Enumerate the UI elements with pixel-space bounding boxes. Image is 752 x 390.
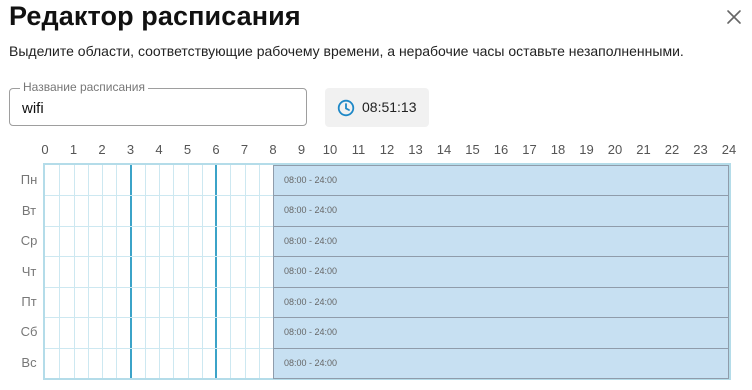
- hour-label: 17: [522, 142, 537, 157]
- schedule-block[interactable]: 08:00 - 24:00: [273, 256, 729, 288]
- grid-line: [59, 165, 61, 378]
- hour-axis: 0 1 2 3 4 5 6 7 8 9 10 11 12 13 14 15 16 17 18 19 20 21 22 23 24: [0, 142, 752, 160]
- grid-line: [201, 165, 203, 378]
- schedule-grid[interactable]: 08:00 - 24:00 08:00 - 24:00 08:00 - 24:00 0…: [43, 163, 731, 380]
- grid-line: [187, 165, 189, 378]
- schedule-name-label: Название расписания: [20, 80, 149, 94]
- grid-line: [87, 165, 89, 378]
- hour-label: 1: [69, 142, 78, 157]
- schedule-block-label: 08:00 - 24:00: [284, 357, 338, 368]
- hour-label: 19: [579, 142, 594, 157]
- instructions-text: Выделите области, соответствующие рабоче…: [9, 43, 684, 59]
- schedule-block-label: 08:00 - 24:00: [284, 205, 338, 216]
- schedule-block[interactable]: 08:00 - 24:00: [273, 195, 729, 227]
- hour-label: 12: [379, 142, 395, 157]
- hour-label: 8: [269, 142, 277, 157]
- hour-label: 11: [351, 142, 366, 157]
- hour-label: 15: [465, 142, 480, 157]
- hour-label: 20: [607, 142, 623, 157]
- schedule-name-input[interactable]: [22, 98, 292, 118]
- time-display: 08:51:13: [325, 88, 429, 127]
- hour-label: 13: [408, 142, 423, 157]
- hour-label: 6: [212, 142, 220, 157]
- hour-label: 22: [664, 142, 680, 157]
- hour-label: 3: [126, 142, 135, 157]
- day-label: Чт: [21, 263, 37, 279]
- grid-line: [244, 165, 246, 378]
- grid-line: [258, 165, 260, 378]
- day-label: Пн: [20, 172, 38, 188]
- schedule-block-label: 08:00 - 24:00: [284, 175, 338, 185]
- hour-label: 5: [183, 142, 192, 157]
- schedule-block[interactable]: 08:00 - 24:00: [273, 225, 729, 258]
- schedule-block[interactable]: 08:00 - 24:00: [273, 165, 729, 197]
- hour-label: 4: [155, 142, 163, 157]
- close-icon: [727, 10, 741, 24]
- hour-label: 9: [297, 142, 306, 157]
- grid-line: [73, 165, 75, 378]
- hour-label: 23: [693, 142, 708, 157]
- grid-line: [102, 165, 103, 378]
- day-label: Сб: [20, 324, 38, 340]
- day-label: Ср: [20, 233, 38, 249]
- current-time: 08:51:13: [362, 99, 417, 115]
- close-button[interactable]: [724, 7, 744, 27]
- grid-line: [230, 165, 232, 378]
- hour-label: 2: [98, 142, 106, 157]
- grid-line: [173, 165, 175, 378]
- hour-label: 0: [41, 142, 49, 157]
- page-title: Редактор расписания: [9, 1, 301, 31]
- schedule-name-field[interactable]: Название расписания: [9, 80, 307, 126]
- grid-line: [129, 165, 132, 378]
- schedule-block[interactable]: 08:00 - 24:00: [273, 286, 729, 319]
- schedule-block-label: 08:00 - 24:00: [284, 266, 338, 277]
- grid-line: [116, 165, 118, 378]
- clock-icon: [337, 99, 355, 117]
- day-label: Пт: [21, 293, 37, 309]
- grid-line: [159, 165, 160, 378]
- schedule-block-label: 08:00 - 24:00: [284, 235, 338, 246]
- hour-label: 14: [436, 142, 452, 157]
- schedule-block-label: 08:00 - 24:00: [284, 327, 338, 338]
- hour-label: 7: [240, 142, 249, 157]
- grid-line: [144, 165, 146, 378]
- schedule-block-label: 08:00 - 24:00: [284, 296, 338, 307]
- hour-label: 21: [636, 142, 651, 157]
- hour-label: 24: [721, 142, 737, 157]
- grid-line: [215, 165, 217, 378]
- hour-label: 16: [493, 142, 509, 157]
- schedule-block[interactable]: 08:00 - 24:00: [273, 347, 729, 379]
- day-label: Вт: [21, 202, 37, 218]
- hour-label: 18: [550, 142, 566, 157]
- schedule-block[interactable]: 08:00 - 24:00: [273, 317, 729, 349]
- day-label: Вс: [21, 354, 37, 370]
- hour-label: 10: [322, 142, 338, 157]
